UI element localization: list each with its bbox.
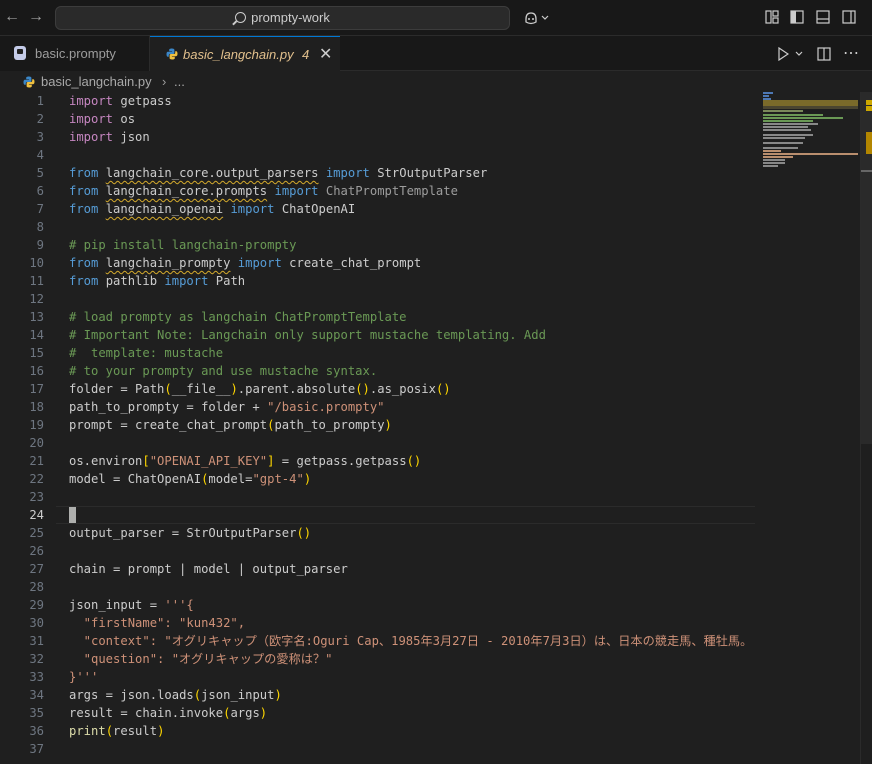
- split-editor-icon[interactable]: [817, 47, 831, 61]
- code-line: "context": "オグリキャップ（欧字名:Oguri Cap、1985年3…: [69, 634, 755, 648]
- cursor-marker: [861, 170, 872, 172]
- code-line: result = chain.invoke(args): [69, 706, 268, 720]
- code-line: output_parser = StrOutputParser(): [69, 526, 312, 540]
- breadcrumb: basic_langchain.py › ...: [0, 71, 872, 93]
- code-line: import getpass: [69, 94, 172, 108]
- code-line: # load prompty as langchain ChatPromptTe…: [69, 310, 407, 324]
- python-icon: [23, 76, 35, 88]
- code-line: # Important Note: Langchain only support…: [69, 328, 546, 342]
- code-line: from langchain_core.prompts import ChatP…: [69, 184, 458, 198]
- close-icon[interactable]: ✕: [319, 37, 332, 72]
- line-number: 20: [0, 434, 755, 452]
- warning-marker: [866, 100, 872, 105]
- arrow-left-icon[interactable]: ←: [4, 9, 20, 25]
- tab-basic-langchain-py[interactable]: basic_langchain.py 4 ✕: [150, 36, 340, 71]
- search-icon: [235, 12, 247, 23]
- line-number-label: 8: [36, 220, 44, 234]
- code-line: os.environ["OPENAI_API_KEY"] = getpass.g…: [69, 454, 422, 468]
- toggle-primary-sidebar-icon[interactable]: [790, 10, 804, 24]
- warning-marker: [866, 132, 872, 154]
- title-bar: ← → prompty-work: [0, 0, 872, 36]
- line-number-label: 20: [29, 436, 44, 450]
- line-number: 23: [0, 488, 755, 506]
- code-line: # template: mustache: [69, 346, 224, 360]
- chevron-right-icon: ›: [162, 74, 167, 89]
- line-number-label: 4: [36, 148, 44, 162]
- tab-bar: basic.prompty basic_langchain.py 4 ✕ ⋯: [0, 36, 872, 71]
- line-number: 12: [0, 290, 755, 308]
- arrow-right-icon[interactable]: →: [28, 9, 44, 25]
- code-line: # to your prompty and use mustache synta…: [69, 364, 378, 378]
- code-line: model = ChatOpenAI(model="gpt-4"): [69, 472, 312, 486]
- line-number-label: 26: [29, 544, 44, 558]
- line-number: 37: [0, 740, 755, 758]
- code-line: from langchain_openai import ChatOpenAI: [69, 202, 356, 216]
- toggle-secondary-sidebar-icon[interactable]: [842, 10, 856, 24]
- code-line: import os: [69, 112, 136, 126]
- warning-marker: [866, 106, 872, 111]
- code-line: from pathlib import Path: [69, 274, 246, 288]
- code-line: from langchain_prompty import create_cha…: [69, 256, 422, 270]
- tab-label: basic.prompty: [35, 46, 116, 61]
- line-number: 8: [0, 218, 755, 236]
- tab-basic-prompty[interactable]: basic.prompty: [0, 36, 150, 71]
- code-line: json_input = '''{: [69, 598, 194, 612]
- code-line: path_to_prompty = folder + "/basic.promp…: [69, 400, 385, 414]
- chevron-down-icon[interactable]: [795, 51, 803, 57]
- code-line: from langchain_core.output_parsers impor…: [69, 166, 488, 180]
- breadcrumb-symbol[interactable]: ...: [174, 71, 185, 93]
- customize-layout-icon[interactable]: [765, 10, 779, 24]
- line-number: 24: [0, 506, 755, 524]
- search-text: prompty-work: [251, 10, 330, 25]
- tab-label: basic_langchain.py: [183, 47, 294, 62]
- prompty-icon: [14, 46, 26, 60]
- code-editor[interactable]: 1 2 3 4 5 6 7 8 9 10 11 12 13 14 15 16 17 18 19 20 21 22 23 24 2…: [0, 92, 755, 764]
- code-line: prompt = create_chat_prompt(path_to_prom…: [69, 418, 392, 432]
- copilot-icon[interactable]: [523, 10, 539, 26]
- line-number-label: 37: [29, 742, 44, 756]
- minimap[interactable]: [755, 92, 860, 764]
- line-number: 28: [0, 578, 755, 596]
- problems-count-badge: 4: [302, 47, 310, 62]
- chevron-down-icon[interactable]: [541, 14, 549, 22]
- code-line: folder = Path(__file__).parent.absolute(…: [69, 382, 451, 396]
- code-line: # pip install langchain-prompty: [69, 238, 297, 252]
- code-line: print(result): [69, 724, 165, 738]
- line-number: 26: [0, 542, 755, 560]
- command-center-search[interactable]: prompty-work: [55, 6, 510, 30]
- line-number-label: 24: [29, 508, 44, 522]
- code-line: }''': [69, 670, 99, 684]
- code-line: "firstName": "kun432",: [69, 616, 246, 630]
- toggle-panel-icon[interactable]: [816, 10, 830, 24]
- more-actions-icon[interactable]: ⋯: [843, 43, 859, 63]
- code-line: import json: [69, 130, 150, 144]
- run-icon[interactable]: [777, 47, 789, 61]
- breadcrumb-file[interactable]: basic_langchain.py: [41, 71, 152, 93]
- line-number: 4: [0, 146, 755, 164]
- python-icon: [166, 48, 178, 60]
- line-number-label: 12: [29, 292, 44, 306]
- code-line: "question": "オグリキャップの愛称は？": [69, 652, 333, 666]
- vertical-scrollbar[interactable]: [860, 92, 872, 764]
- line-number-label: 28: [29, 580, 44, 594]
- code-line: args = json.loads(json_input): [69, 688, 282, 702]
- code-line: chain = prompt | model | output_parser: [69, 562, 348, 576]
- line-number-label: 23: [29, 490, 44, 504]
